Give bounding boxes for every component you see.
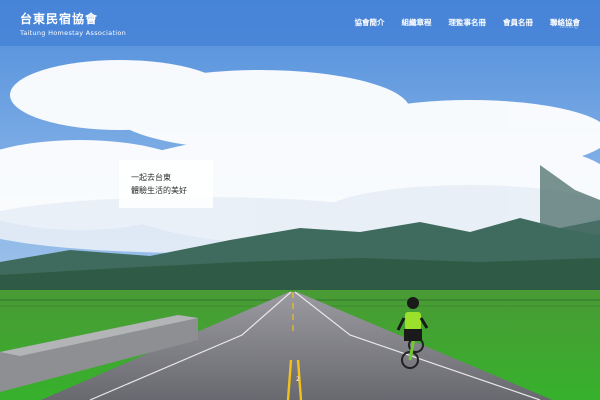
hero-caption-line-1: 一起去台東 <box>131 173 171 182</box>
hero-background-photo <box>0 0 600 400</box>
hero-caption-card: 一起去台東 體驗生活的美好 <box>119 160 213 208</box>
nav-item-board[interactable]: 理監事名冊 <box>449 17 487 28</box>
nav-item-contact[interactable]: 聯絡協會 <box>550 17 580 28</box>
main-nav: 協會簡介 組織章程 理監事名冊 會員名冊 聯絡協會 <box>338 17 581 28</box>
site-logo-title[interactable]: 台東民宿協會 <box>20 10 98 27</box>
site-header: 台東民宿協會 Taitung Homestay Association Tait… <box>0 0 600 46</box>
nav-item-about[interactable]: 協會簡介 <box>355 17 385 28</box>
nav-item-members[interactable]: 會員名冊 <box>503 17 533 28</box>
nav-item-charter[interactable]: 組織章程 <box>402 17 432 28</box>
hero-caption-line-2: 體驗生活的美好 <box>131 186 187 195</box>
site-logo-subtitle[interactable]: Taitung Homestay Association <box>20 29 126 37</box>
slide-indicator[interactable]: 2 <box>296 376 300 383</box>
